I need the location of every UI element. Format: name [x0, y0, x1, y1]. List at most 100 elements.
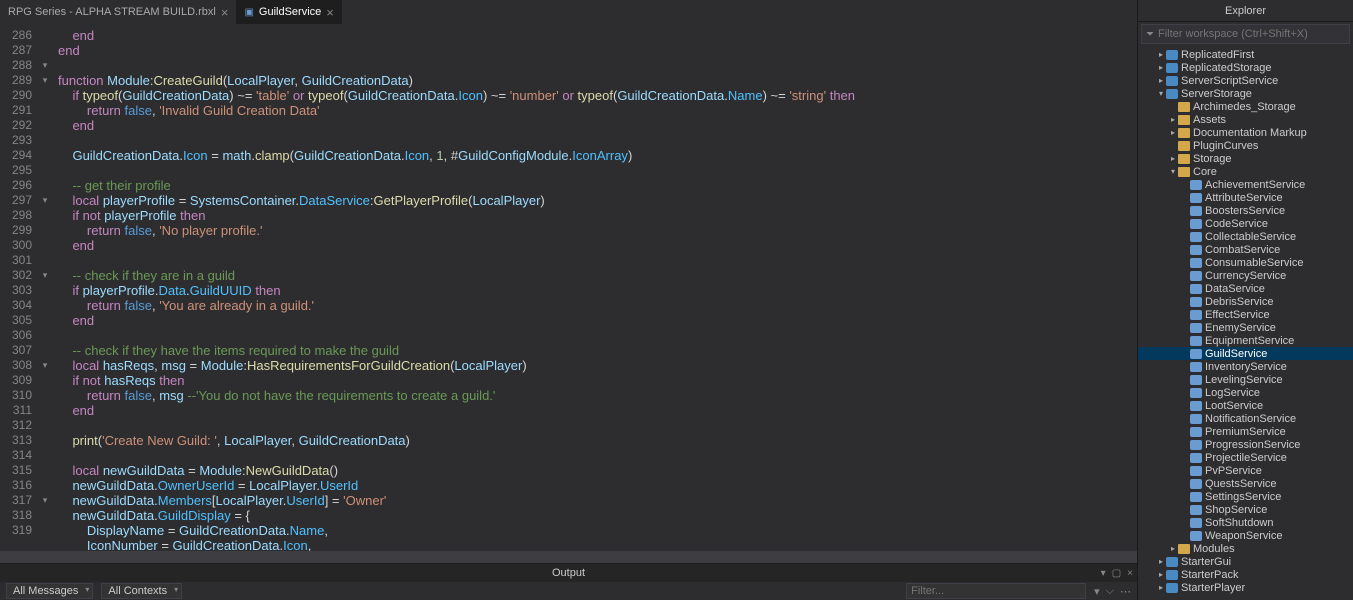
tree-item[interactable]: ConsumableService	[1138, 256, 1353, 269]
module-icon	[1190, 492, 1202, 502]
chevron-icon[interactable]: ▾	[1168, 167, 1178, 176]
service-icon	[1166, 89, 1178, 99]
tree-item[interactable]: DebrisService	[1138, 295, 1353, 308]
tree-item[interactable]: QuestsService	[1138, 477, 1353, 490]
tree-item[interactable]: LevelingService	[1138, 373, 1353, 386]
explorer-title: Explorer	[1138, 0, 1353, 22]
chevron-icon[interactable]: ▸	[1156, 583, 1166, 592]
fold-gutter[interactable]: ▾▾▾▾▾▾	[38, 24, 52, 551]
close-icon[interactable]: ×	[221, 5, 229, 20]
tree-item[interactable]: Archimedes_Storage	[1138, 100, 1353, 113]
messages-dropdown[interactable]: All Messages	[6, 583, 93, 599]
tree-item[interactable]: EffectService	[1138, 308, 1353, 321]
tree-item[interactable]: ▸Assets	[1138, 113, 1353, 126]
tree-item[interactable]: CollectableService	[1138, 230, 1353, 243]
tree-item[interactable]: ▸ServerScriptService	[1138, 74, 1353, 87]
tree-item[interactable]: ▸ReplicatedStorage	[1138, 61, 1353, 74]
tree-label: LevelingService	[1205, 374, 1283, 386]
minimize-icon[interactable]: ▾	[1101, 565, 1106, 583]
minimap[interactable]	[1129, 24, 1137, 551]
tree-item[interactable]: LootService	[1138, 399, 1353, 412]
tree-item[interactable]: CurrencyService	[1138, 269, 1353, 282]
code-content[interactable]: end end function Module:CreateGuild(Loca…	[52, 24, 1137, 551]
tree-item[interactable]: NotificationService	[1138, 412, 1353, 425]
tree-item[interactable]: WeaponService	[1138, 529, 1353, 542]
chevron-icon[interactable]: ▸	[1156, 63, 1166, 72]
chevron-icon[interactable]: ▸	[1168, 128, 1178, 137]
explorer-filter-input[interactable]	[1158, 28, 1345, 40]
chevron-icon[interactable]: ▸	[1168, 154, 1178, 163]
tree-item[interactable]: DataService	[1138, 282, 1353, 295]
horizontal-scrollbar[interactable]	[0, 551, 1137, 563]
tree-item[interactable]: ▸StarterGui	[1138, 555, 1353, 568]
tree-item[interactable]: CodeService	[1138, 217, 1353, 230]
code-editor[interactable]: 286 287 288 289 290 291 292 293 294 295 …	[0, 24, 1137, 551]
tree-item[interactable]: PvPService	[1138, 464, 1353, 477]
tree-item[interactable]: PluginCurves	[1138, 139, 1353, 152]
tab-file-0[interactable]: RPG Series - ALPHA STREAM BUILD.rbxl ×	[0, 0, 236, 24]
tree-label: StarterPlayer	[1181, 582, 1245, 594]
chevron-icon[interactable]: ▸	[1168, 115, 1178, 124]
module-icon	[1190, 245, 1202, 255]
tree-item[interactable]: EquipmentService	[1138, 334, 1353, 347]
tree-item[interactable]: ▾ Core	[1138, 165, 1353, 178]
output-filter-input[interactable]	[906, 583, 1086, 599]
module-icon	[1190, 388, 1202, 398]
tree-item[interactable]: PremiumService	[1138, 425, 1353, 438]
tree-label: AchievementService	[1205, 179, 1305, 191]
tree-item[interactable]: ▸ Modules	[1138, 542, 1353, 555]
chevron-icon[interactable]: ▸	[1156, 570, 1166, 579]
module-icon	[1190, 271, 1202, 281]
more-icon[interactable]: ⋯	[1120, 585, 1131, 598]
chevron-icon[interactable]: ▸	[1156, 50, 1166, 59]
tab-label: GuildService	[259, 6, 321, 18]
chevron-icon[interactable]: ▸	[1156, 76, 1166, 85]
editor-tabs: RPG Series - ALPHA STREAM BUILD.rbxl × ▣…	[0, 0, 1137, 24]
chevron-icon[interactable]: ▸	[1168, 544, 1178, 553]
tree-item[interactable]: LogService	[1138, 386, 1353, 399]
tree-item[interactable]: ▸StarterPack	[1138, 568, 1353, 581]
tree-item[interactable]: CombatService	[1138, 243, 1353, 256]
explorer-tree[interactable]: ▸ ReplicatedFirst▸ReplicatedStorage▸Serve…	[1138, 46, 1353, 600]
folder-icon	[1178, 167, 1190, 177]
tree-label: Core	[1193, 166, 1217, 178]
tree-item[interactable]: SoftShutdown	[1138, 516, 1353, 529]
tree-item[interactable]: BoostersService	[1138, 204, 1353, 217]
tree-label: Modules	[1193, 543, 1235, 555]
explorer-filter[interactable]: ⏷	[1141, 24, 1350, 44]
chevron-icon[interactable]: ▸	[1156, 557, 1166, 566]
tree-item[interactable]: ProgressionService	[1138, 438, 1353, 451]
tree-item[interactable]: ProjectileService	[1138, 451, 1353, 464]
tree-item[interactable]: ▸Documentation Markup	[1138, 126, 1353, 139]
contexts-dropdown[interactable]: All Contexts	[101, 583, 182, 599]
service-icon	[1166, 570, 1178, 580]
tree-label: ReplicatedFirst	[1181, 49, 1254, 61]
module-icon	[1190, 258, 1202, 268]
tree-item[interactable]: SettingsService	[1138, 490, 1353, 503]
tree-label: EnemyService	[1205, 322, 1276, 334]
tree-item[interactable]: GuildService	[1138, 347, 1353, 360]
tree-label: GuildService	[1205, 348, 1267, 360]
tree-item[interactable]: ▸ ReplicatedFirst	[1138, 48, 1353, 61]
close-icon[interactable]: ×	[326, 5, 334, 20]
tree-item[interactable]: InventoryService	[1138, 360, 1353, 373]
tab-file-1[interactable]: ▣ GuildService ×	[236, 0, 341, 24]
tree-item[interactable]: ▸ StarterPlayer	[1138, 581, 1353, 594]
tree-item[interactable]: ShopService	[1138, 503, 1353, 516]
close-icon[interactable]: ×	[1127, 565, 1133, 583]
tree-item[interactable]: ▾ServerStorage	[1138, 87, 1353, 100]
chevron-icon[interactable]: ▾	[1156, 89, 1166, 98]
tree-item[interactable]: ▸Storage	[1138, 152, 1353, 165]
maximize-icon[interactable]: ▢	[1112, 565, 1121, 583]
module-icon	[1190, 531, 1202, 541]
service-icon	[1166, 583, 1178, 593]
tree-label: WeaponService	[1205, 530, 1282, 542]
tree-item[interactable]: AttributeService	[1138, 191, 1353, 204]
folder-icon	[1178, 102, 1190, 112]
clear-icon[interactable]: ⌵	[1106, 585, 1114, 598]
tree-item[interactable]: AchievementService	[1138, 178, 1353, 191]
dropdown-icon[interactable]: ▾	[1094, 585, 1100, 598]
tree-item[interactable]: EnemyService	[1138, 321, 1353, 334]
tree-label: CurrencyService	[1205, 270, 1286, 282]
module-icon	[1190, 193, 1202, 203]
